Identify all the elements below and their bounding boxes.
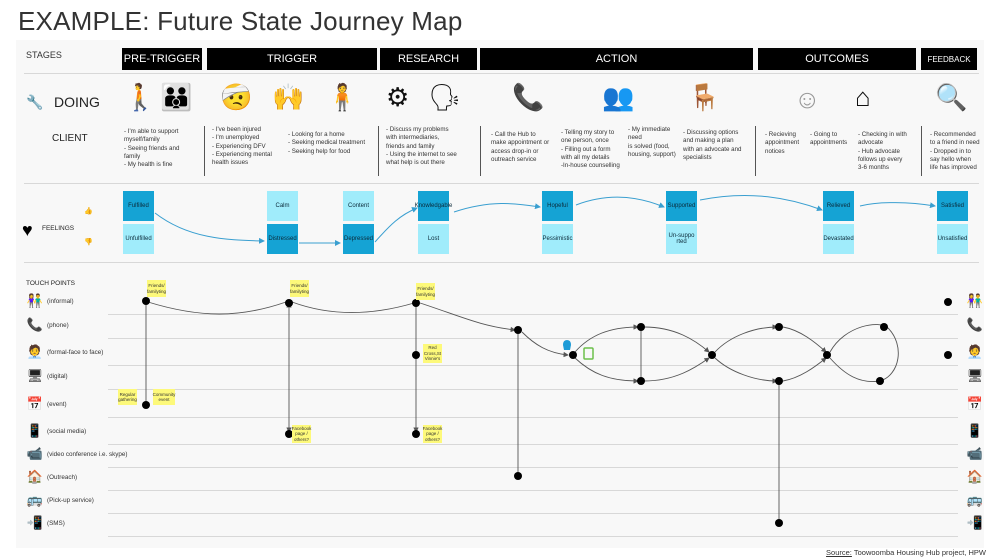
touchpoint-node	[142, 297, 150, 305]
sticky-note: Regular gathering	[118, 389, 137, 405]
sticky-note: Friends/ familyting	[290, 280, 309, 297]
touchpoint-node	[708, 351, 716, 359]
touchpoint-path	[291, 301, 415, 314]
sticky-note: Community event	[153, 389, 175, 405]
touchpoint-node	[285, 299, 293, 307]
source-prefix: Source:	[826, 548, 852, 557]
touchpoint-node	[412, 299, 420, 307]
brain-icon	[563, 340, 571, 350]
touchpoint-path	[782, 326, 827, 353]
sticky-note: Friends/ familyting	[147, 280, 166, 297]
touchpoint-node	[880, 323, 888, 331]
touchpoint-node	[823, 351, 831, 359]
touchpoint-node	[514, 472, 522, 480]
source-text: Toowoomba Housing Hub project, HPW	[851, 548, 986, 557]
touchpoint-path	[714, 357, 778, 384]
touchpoint-path	[521, 331, 569, 358]
touchpoint-node	[142, 401, 150, 409]
touchpoint-path	[147, 301, 287, 315]
touchpoint-node	[514, 326, 522, 334]
touchpoint-node	[944, 351, 952, 359]
sticky-note: Facebook page / others?	[422, 425, 443, 443]
touchpoint-path	[782, 357, 827, 382]
touchpoint-node	[637, 377, 645, 385]
form-icon	[583, 347, 594, 360]
touchpoint-node	[637, 323, 645, 331]
touchpoint-path	[829, 324, 899, 383]
sticky-note: Facebook page / others?	[291, 425, 312, 443]
touchpoint-node	[876, 377, 884, 385]
sticky-note: Friends/ familyting	[416, 283, 435, 300]
source-citation: Source: Toowoomba Housing Hub project, H…	[826, 548, 986, 557]
touchpoint-node	[775, 323, 783, 331]
sticky-note: Red Cross,St Vinnie's	[423, 344, 442, 363]
touchpoint-path	[574, 357, 639, 384]
touchpoint-node	[775, 519, 783, 527]
touchpoint-node	[569, 351, 577, 359]
touchpoint-path	[714, 324, 778, 353]
touchpoint-node	[944, 298, 952, 306]
touchpoint-node	[775, 377, 783, 385]
touchpoint-path	[643, 326, 710, 353]
touchpoint-path	[419, 302, 516, 333]
touchpoint-path	[643, 357, 710, 382]
touchpoint-node	[412, 351, 420, 359]
touchpoint-node	[412, 430, 420, 438]
